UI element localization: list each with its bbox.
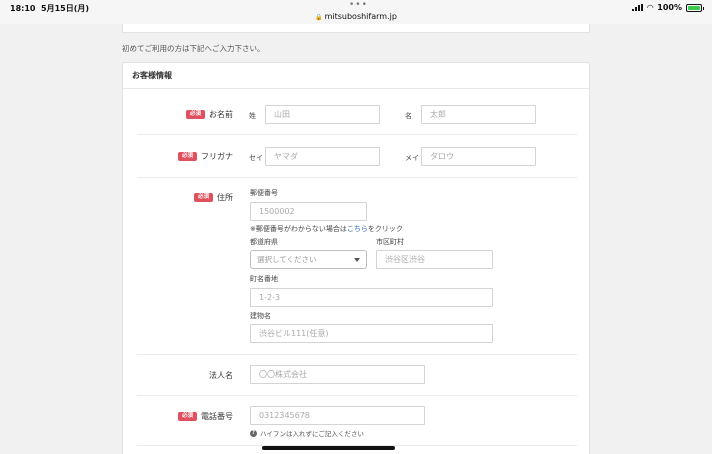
status-bar: 18:10 5月15日(月) ••• 🔒 mitsuboshifarm.jp ◠ … — [0, 0, 712, 24]
last-kana-sublabel: セイ — [249, 154, 263, 162]
phone-label: 必須 電話番号 — [163, 411, 233, 422]
last-name-sublabel: 姓 — [249, 112, 256, 120]
required-badge: 必須 — [177, 411, 197, 422]
address-label-text: 住所 — [217, 193, 233, 202]
phone-input[interactable]: 0312345678 — [250, 406, 425, 425]
postal-code-label: 郵便番号 — [250, 189, 278, 197]
required-badge: 必須 — [177, 151, 197, 162]
phone-note-text: ハイフンは入れずにご記入ください — [260, 430, 364, 438]
building-input[interactable]: 渋谷ビル111(任意) — [250, 324, 493, 343]
required-badge: 必須 — [193, 192, 213, 203]
row-divider — [137, 177, 577, 178]
name-label: 必須 お名前 — [163, 109, 233, 120]
required-badge: 必須 — [185, 109, 205, 120]
status-right: ◠ 100% — [632, 3, 704, 12]
last-name-input[interactable]: 山田 — [265, 105, 380, 124]
postal-hint-suffix: をクリック — [367, 225, 403, 233]
city-label: 市区町村 — [376, 238, 404, 246]
url-text: mitsuboshifarm.jp — [324, 12, 397, 21]
street-input[interactable]: 1-2-3 — [250, 288, 493, 307]
more-dots-icon[interactable]: ••• — [349, 0, 368, 10]
lock-icon: 🔒 — [315, 14, 323, 21]
name-label-text: お名前 — [209, 110, 233, 119]
company-label-text: 法人名 — [209, 371, 233, 380]
row-divider — [137, 134, 577, 135]
first-kana-input[interactable]: タロウ — [421, 147, 536, 166]
prefecture-label: 都道府県 — [250, 238, 278, 246]
postal-lookup-link[interactable]: こちら — [347, 225, 368, 233]
question-circle-icon: ? — [250, 429, 257, 437]
company-input[interactable]: 〇〇株式会社 — [250, 365, 425, 384]
first-kana-sublabel: メイ — [405, 154, 419, 162]
intro-text: 初めてご利用の方は下記へご入力下さい。 — [122, 44, 265, 53]
battery-percent: 100% — [657, 3, 682, 12]
postal-hint-prefix: ※郵便番号がわからない場合は — [250, 225, 347, 233]
section-title: お客様情報 — [123, 63, 589, 89]
prefecture-selected-value: 選択してください — [257, 255, 317, 264]
address-label: 必須 住所 — [163, 192, 233, 203]
phone-label-text: 電話番号 — [201, 412, 233, 421]
company-label: 法人名 — [163, 370, 233, 381]
row-divider — [137, 354, 577, 355]
postal-code-hint: ※郵便番号がわからない場合はこちらをクリック — [250, 224, 403, 234]
signal-icon — [632, 4, 644, 11]
city-input[interactable]: 渋谷区渋谷 — [376, 250, 493, 269]
wifi-icon: ◠ — [647, 3, 654, 12]
furigana-label-text: フリガナ — [201, 152, 233, 161]
postal-code-input[interactable]: 1500002 — [250, 202, 367, 221]
building-label: 建物名 — [250, 312, 271, 320]
address-bar[interactable]: 🔒 mitsuboshifarm.jp — [0, 12, 712, 21]
row-divider — [137, 395, 577, 396]
prefecture-select[interactable]: 選択してください — [250, 250, 367, 269]
customer-info-card: お客様情報 必須 お名前 姓 山田 名 太郎 必須 フリガナ セイ ヤマダ メイ… — [122, 62, 590, 454]
last-kana-input[interactable]: ヤマダ — [265, 147, 380, 166]
furigana-label: 必須 フリガナ — [163, 151, 233, 162]
chevron-down-icon — [354, 258, 360, 262]
first-name-input[interactable]: 太郎 — [421, 105, 536, 124]
first-name-sublabel: 名 — [405, 112, 412, 120]
home-indicator[interactable] — [262, 446, 395, 450]
previous-card-bottom — [122, 24, 590, 33]
phone-note: ? ハイフンは入れずにご記入ください — [250, 428, 364, 438]
battery-icon — [686, 3, 704, 12]
street-label: 町名番地 — [250, 275, 278, 283]
